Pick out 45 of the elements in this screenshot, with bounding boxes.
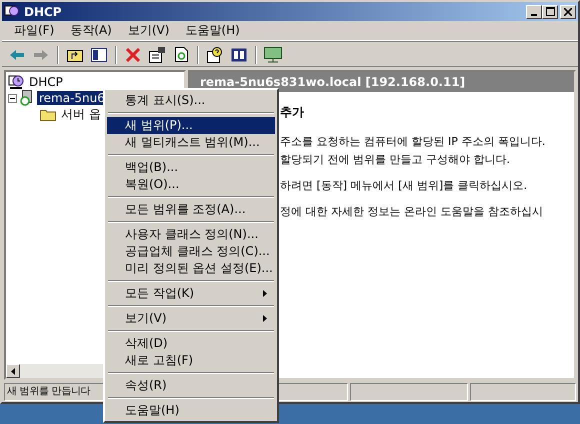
description-text: 정에 대한 자세한 정보는 온라인 도움말을 참조하십시 bbox=[280, 204, 544, 219]
tree-item[interactable]: DHCP bbox=[27, 75, 65, 89]
menu-item[interactable]: 파일(F) bbox=[6, 22, 62, 39]
context-menu-item[interactable]: 사용자 클래스 정의(N)... bbox=[107, 226, 275, 243]
pane-header: rema-5nu6s831wo.local [192.168.0.11] bbox=[190, 72, 574, 92]
menu-item[interactable]: 도움말(H) bbox=[177, 22, 248, 39]
minimize-icon bbox=[531, 14, 537, 16]
clock-server-icon bbox=[8, 74, 24, 90]
context-menu-item[interactable]: 모든 범위를 조정(A)... bbox=[107, 201, 275, 218]
submenu-arrow-icon bbox=[263, 315, 267, 322]
menu-item[interactable]: 보기(V) bbox=[120, 22, 178, 39]
maximize-button[interactable] bbox=[542, 4, 558, 18]
context-menu-item[interactable]: 백업(B)... bbox=[107, 159, 275, 176]
submenu-arrow-icon bbox=[263, 290, 267, 297]
description-text: 하려면 [동작] 메뉴에서 [새 범위]를 클릭하십시오. bbox=[280, 178, 528, 193]
context-menu-item[interactable]: 새 범위(P)... bbox=[107, 117, 275, 134]
folder-icon bbox=[40, 108, 56, 120]
tree-item[interactable]: 서버 옵 bbox=[59, 106, 103, 122]
clock-server-icon bbox=[4, 4, 20, 18]
left-arrow-icon bbox=[11, 368, 15, 374]
menu-item[interactable]: 동작(A) bbox=[62, 22, 120, 39]
collapse-icon[interactable] bbox=[8, 94, 17, 102]
description-text: 할당되기 전에 범위를 만들고 구성해야 합니다. bbox=[280, 152, 511, 167]
section-title: 추가 bbox=[280, 104, 305, 121]
document-refresh-icon[interactable] bbox=[174, 47, 188, 62]
context-menu-item[interactable]: 새로 고침(F) bbox=[107, 352, 275, 369]
context-menu-item[interactable]: 도움말(H) bbox=[107, 402, 275, 419]
close-icon bbox=[564, 8, 572, 16]
context-menu-item[interactable]: 삭제(D) bbox=[107, 335, 275, 352]
delete-icon[interactable] bbox=[126, 48, 140, 62]
window-title: DHCP bbox=[24, 4, 63, 18]
description-text: 주소를 요청하는 컴퓨터에 할당된 IP 주소의 폭입니다. bbox=[280, 134, 546, 149]
context-menu-item[interactable]: 공급업체 클래스 정의(C)... bbox=[107, 243, 275, 260]
back-arrow-icon[interactable] bbox=[10, 50, 24, 60]
context-menu-item[interactable]: 보기(V) bbox=[107, 310, 275, 327]
minimize-button[interactable] bbox=[526, 4, 542, 18]
context-menu-item[interactable]: 복원(O)... bbox=[107, 176, 275, 193]
context-menu-item[interactable]: 통계 표시(S)... bbox=[107, 92, 275, 109]
context-menu-item[interactable]: 모든 작업(K) bbox=[107, 285, 275, 302]
context-menu-item[interactable]: 새 멀티캐스트 범위(M)... bbox=[107, 134, 275, 151]
close-button[interactable] bbox=[560, 4, 576, 18]
maximize-icon bbox=[546, 7, 554, 16]
server-icon bbox=[20, 90, 34, 106]
context-menu-item[interactable]: 미리 정의된 옵션 설정(E)... bbox=[107, 260, 275, 277]
scroll-left-button[interactable] bbox=[6, 364, 20, 378]
